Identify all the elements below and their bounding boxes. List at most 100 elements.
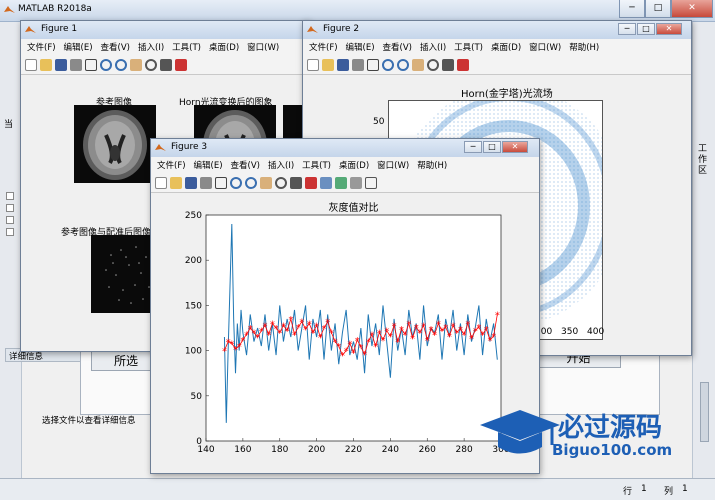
menu-tools[interactable]: 工具(T) bbox=[454, 41, 483, 53]
pointer-icon[interactable] bbox=[367, 58, 379, 71]
data-point-marker: * bbox=[325, 318, 330, 329]
menu-view[interactable]: 查看(V) bbox=[101, 41, 130, 53]
figure2-menubar: 文件(F) 编辑(E) 查看(V) 插入(I) 工具(T) 桌面(D) 窗口(W… bbox=[303, 39, 691, 55]
menu-edit[interactable]: 编辑(E) bbox=[346, 41, 375, 53]
scrollbar[interactable] bbox=[700, 382, 709, 442]
print-icon[interactable] bbox=[352, 58, 364, 71]
matlab-logo-icon bbox=[4, 6, 15, 13]
data-point-marker: * bbox=[314, 321, 319, 332]
pan-icon[interactable] bbox=[260, 176, 272, 189]
rotate-icon[interactable] bbox=[145, 58, 157, 71]
brush-icon[interactable] bbox=[305, 176, 317, 189]
close-button[interactable]: ✕ bbox=[671, 0, 713, 18]
menu-desktop[interactable]: 桌面(D) bbox=[209, 41, 239, 53]
menu-file[interactable]: 文件(F) bbox=[27, 41, 56, 53]
figure3-titlebar: Figure 3 ─ □ ✕ bbox=[151, 139, 539, 157]
open-file-icon[interactable] bbox=[170, 176, 182, 189]
new-figure-icon[interactable] bbox=[25, 58, 37, 71]
matlab-titlebar: MATLAB R2018a ─ □ ✕ bbox=[0, 0, 715, 22]
menu-window[interactable]: 窗口(W) bbox=[377, 159, 409, 171]
rotate-icon[interactable] bbox=[275, 176, 287, 189]
print-icon[interactable] bbox=[200, 176, 212, 189]
menu-view[interactable]: 查看(V) bbox=[231, 159, 260, 171]
menu-insert[interactable]: 插入(I) bbox=[420, 41, 446, 53]
menu-tools[interactable]: 工具(T) bbox=[172, 41, 201, 53]
watermark: 必过源码 Biguo100.com bbox=[480, 405, 690, 465]
status-col-label: 列 bbox=[664, 487, 674, 497]
print-icon[interactable] bbox=[70, 58, 82, 71]
menu-file[interactable]: 文件(F) bbox=[157, 159, 186, 171]
menu-window[interactable]: 窗口(W) bbox=[247, 41, 279, 53]
tree-expand-icon[interactable] bbox=[6, 228, 14, 236]
data-point-marker: * bbox=[447, 332, 452, 343]
maximize-button[interactable]: □ bbox=[645, 0, 671, 18]
app-title: MATLAB R2018a bbox=[18, 4, 92, 14]
data-point-marker: * bbox=[484, 325, 489, 336]
open-file-icon[interactable] bbox=[322, 58, 334, 71]
menu-help[interactable]: 帮助(H) bbox=[417, 159, 447, 171]
menu-window[interactable]: 窗口(W) bbox=[529, 41, 561, 53]
menu-help[interactable]: 帮助(H) bbox=[569, 41, 599, 53]
tree-expand-icon[interactable] bbox=[6, 216, 14, 224]
menu-file[interactable]: 文件(F) bbox=[309, 41, 338, 53]
brush-icon[interactable] bbox=[175, 58, 187, 71]
brush-icon[interactable] bbox=[457, 58, 469, 71]
x-tick-label: 160 bbox=[234, 445, 251, 455]
link-plot-icon[interactable] bbox=[320, 176, 332, 189]
menu-desktop[interactable]: 桌面(D) bbox=[491, 41, 521, 53]
tree-expand-icon[interactable] bbox=[6, 204, 14, 212]
zoom-in-icon[interactable] bbox=[382, 58, 394, 71]
menu-desktop[interactable]: 桌面(D) bbox=[339, 159, 369, 171]
data-cursor-icon[interactable] bbox=[442, 58, 454, 71]
colorbar-icon[interactable] bbox=[335, 176, 347, 189]
menu-edit[interactable]: 编辑(E) bbox=[64, 41, 93, 53]
data-point-marker: * bbox=[465, 319, 470, 330]
minimize-button[interactable]: ─ bbox=[619, 0, 645, 18]
matlab-logo-icon bbox=[155, 144, 166, 151]
menu-tools[interactable]: 工具(T) bbox=[302, 159, 331, 171]
zoom-in-icon[interactable] bbox=[230, 176, 242, 189]
y-tick-label: 100 bbox=[185, 347, 202, 357]
data-point-marker: * bbox=[395, 338, 400, 349]
new-figure-icon[interactable] bbox=[155, 176, 167, 189]
data-point-marker: * bbox=[495, 310, 500, 321]
menu-edit[interactable]: 编辑(E) bbox=[194, 159, 223, 171]
figure3-close-button[interactable]: ✕ bbox=[502, 141, 528, 153]
save-icon[interactable] bbox=[185, 176, 197, 189]
pan-icon[interactable] bbox=[412, 58, 424, 71]
save-icon[interactable] bbox=[55, 58, 67, 71]
watermark-url-text: Biguo100.com bbox=[552, 441, 673, 459]
data-cursor-icon[interactable] bbox=[160, 58, 172, 71]
y-tick-label: 0 bbox=[196, 437, 202, 447]
legend-icon[interactable] bbox=[350, 176, 362, 189]
data-cursor-icon[interactable] bbox=[290, 176, 302, 189]
save-icon[interactable] bbox=[337, 58, 349, 71]
zoom-out-icon[interactable] bbox=[115, 58, 127, 71]
figure2-maximize-button[interactable]: □ bbox=[637, 23, 655, 35]
zoom-out-icon[interactable] bbox=[397, 58, 409, 71]
figure2-minimize-button[interactable]: ─ bbox=[618, 23, 636, 35]
workspace-tab[interactable]: 工作区 bbox=[698, 144, 710, 177]
figure3-maximize-button[interactable]: □ bbox=[483, 141, 501, 153]
menu-insert[interactable]: 插入(I) bbox=[138, 41, 164, 53]
figure1-menubar: 文件(F) 编辑(E) 查看(V) 插入(I) 工具(T) 桌面(D) 窗口(W… bbox=[21, 39, 309, 55]
figure2-title: Figure 2 bbox=[323, 24, 360, 34]
figure2-close-button[interactable]: ✕ bbox=[656, 23, 682, 35]
pan-icon[interactable] bbox=[130, 58, 142, 71]
status-bar: 行 1 列 1 bbox=[0, 478, 715, 500]
zoom-in-icon[interactable] bbox=[100, 58, 112, 71]
show-plot-tools-icon[interactable] bbox=[365, 176, 377, 189]
open-file-icon[interactable] bbox=[40, 58, 52, 71]
figure3-minimize-button[interactable]: ─ bbox=[464, 141, 482, 153]
figure3-toolbar bbox=[151, 173, 539, 193]
zoom-out-icon[interactable] bbox=[245, 176, 257, 189]
menu-insert[interactable]: 插入(I) bbox=[268, 159, 294, 171]
status-row-value: 1 bbox=[641, 484, 647, 494]
data-point-marker: * bbox=[285, 327, 290, 338]
menu-view[interactable]: 查看(V) bbox=[383, 41, 412, 53]
pointer-icon[interactable] bbox=[215, 176, 227, 189]
tree-expand-icon[interactable] bbox=[6, 192, 14, 200]
pointer-icon[interactable] bbox=[85, 58, 97, 71]
rotate-icon[interactable] bbox=[427, 58, 439, 71]
new-figure-icon[interactable] bbox=[307, 58, 319, 71]
